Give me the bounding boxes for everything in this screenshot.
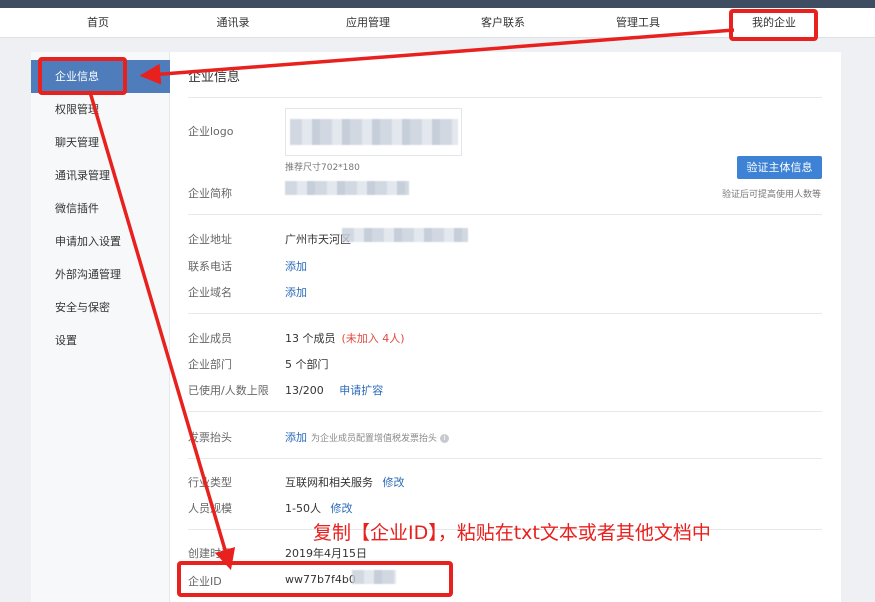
sidebar-item-wechat-plugin[interactable]: 微信插件 — [31, 192, 170, 225]
members-pending[interactable]: (未加入 4人) — [342, 332, 405, 345]
verify-entity-button[interactable]: 验证主体信息 — [737, 156, 822, 179]
sidebar: 企业信息 权限管理 聊天管理 通讯录管理 微信插件 申请加入设置 外部沟通管理 … — [31, 52, 170, 602]
logo-label: 企业logo — [188, 125, 234, 138]
members-count: 13 个成员 — [285, 332, 336, 345]
invoice-value: 添加 为企业成员配置增值税发票抬头 i — [285, 429, 450, 445]
departments-value: 5 个部门 — [285, 358, 329, 371]
page-title: 企业信息 — [188, 70, 241, 85]
nav-tools[interactable]: 管理工具 — [588, 8, 688, 38]
corpid-blurred — [352, 570, 396, 584]
logo-image-blurred — [290, 119, 458, 145]
nav-customers[interactable]: 客户联系 — [453, 8, 553, 38]
members-label: 企业成员 — [188, 332, 232, 345]
divider — [188, 313, 822, 314]
short-name-label: 企业简称 — [188, 187, 232, 200]
nav-my-company[interactable]: 我的企业 — [724, 8, 824, 38]
domain-add-link[interactable]: 添加 — [285, 284, 307, 300]
members-value: 13 个成员 (未加入 4人) — [285, 330, 405, 346]
scale-text: 1-50人 — [285, 502, 321, 515]
created-value: 2019年4月15日 — [285, 547, 367, 560]
divider — [188, 214, 822, 215]
address-label: 企业地址 — [188, 233, 232, 246]
sidebar-item-company-info[interactable]: 企业信息 — [31, 60, 170, 93]
domain-label: 企业域名 — [188, 286, 232, 299]
invoice-add-link[interactable]: 添加 — [285, 431, 307, 444]
sidebar-item-join-settings[interactable]: 申请加入设置 — [31, 225, 170, 258]
divider — [188, 97, 822, 98]
limit-value: 13/200 申请扩容 — [285, 382, 383, 398]
industry-text: 互联网和相关服务 — [285, 476, 373, 489]
nav-apps[interactable]: 应用管理 — [318, 8, 418, 38]
invoice-hint: 为企业成员配置增值税发票抬头 — [311, 434, 438, 444]
phone-label: 联系电话 — [188, 260, 232, 273]
nav-contacts[interactable]: 通讯录 — [183, 8, 283, 38]
top-nav: 首页 通讯录 应用管理 客户联系 管理工具 我的企业 — [0, 8, 875, 38]
scale-value: 1-50人 修改 — [285, 500, 352, 516]
expand-link[interactable]: 申请扩容 — [339, 384, 383, 397]
verify-hint: 验证后可提高使用人数等 — [722, 190, 822, 200]
corpid-value[interactable]: ww77b7f4b0 — [285, 573, 356, 586]
divider — [188, 458, 822, 459]
info-icon[interactable]: i — [440, 433, 450, 443]
sidebar-item-security[interactable]: 安全与保密 — [31, 291, 170, 324]
limit-label: 已使用/人数上限 — [188, 384, 269, 397]
instruction-annotation: 复制【企业ID】，粘贴在txt文本或者其他文档中 — [313, 522, 711, 544]
divider — [188, 411, 822, 412]
phone-add-link[interactable]: 添加 — [285, 258, 307, 274]
logo-hint: 推荐尺寸702*180 — [285, 163, 360, 173]
corpid-label: 企业ID — [188, 575, 222, 588]
sidebar-item-settings[interactable]: 设置 — [31, 324, 170, 357]
industry-value: 互联网和相关服务 修改 — [285, 474, 405, 490]
sidebar-item-contacts[interactable]: 通讯录管理 — [31, 159, 170, 192]
short-name-blurred — [285, 181, 409, 195]
sidebar-item-permissions[interactable]: 权限管理 — [31, 93, 170, 126]
scale-label: 人员规模 — [188, 502, 232, 515]
industry-label: 行业类型 — [188, 476, 232, 489]
sidebar-item-external[interactable]: 外部沟通管理 — [31, 258, 170, 291]
scale-edit-link[interactable]: 修改 — [330, 502, 352, 515]
top-bar — [0, 0, 875, 8]
logo-box[interactable] — [285, 108, 462, 156]
invoice-label: 发票抬头 — [188, 431, 232, 444]
nav-home[interactable]: 首页 — [48, 8, 148, 38]
industry-edit-link[interactable]: 修改 — [383, 476, 405, 489]
departments-label: 企业部门 — [188, 358, 232, 371]
sidebar-item-chat[interactable]: 聊天管理 — [31, 126, 170, 159]
limit-count: 13/200 — [285, 384, 324, 397]
created-label: 创建时间 — [188, 547, 232, 560]
address-blurred — [342, 228, 468, 242]
